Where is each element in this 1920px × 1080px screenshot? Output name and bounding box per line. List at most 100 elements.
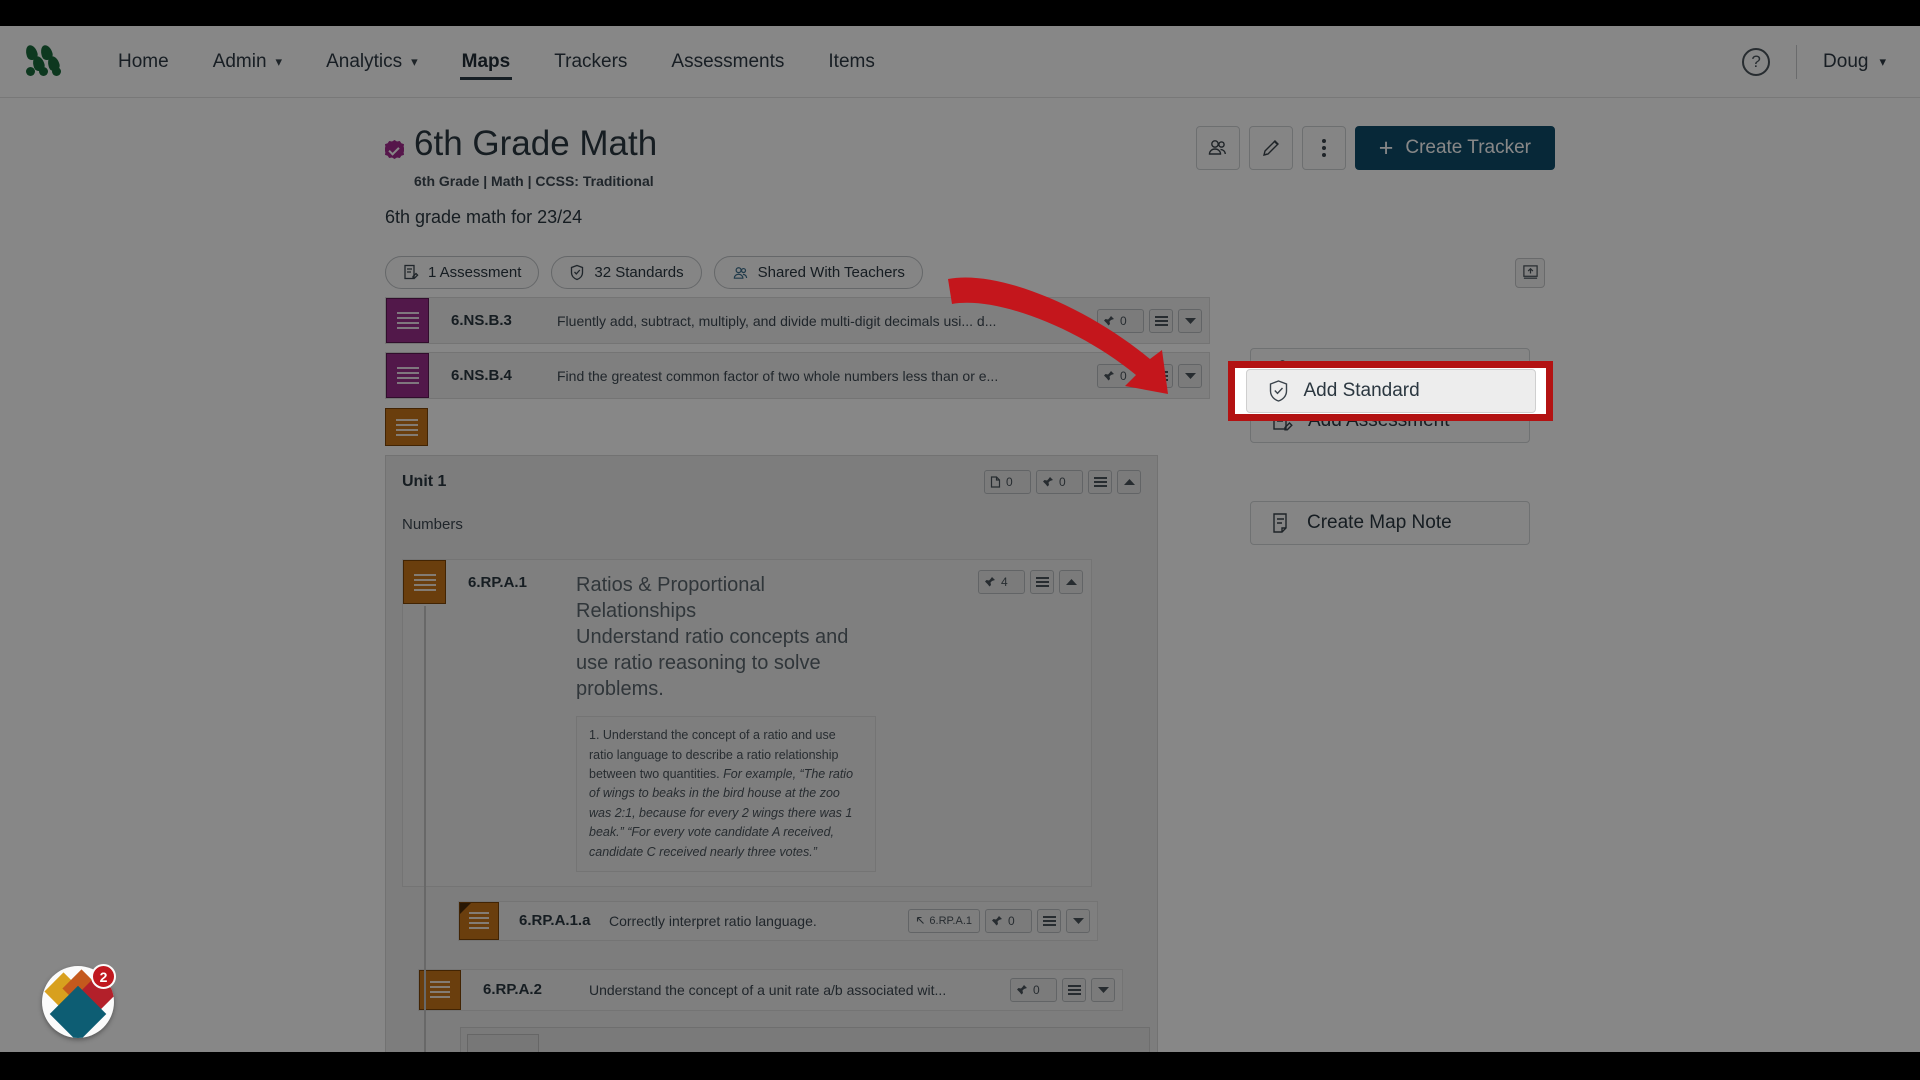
main-navigation: Home Admin ▾ Analytics ▾ Maps Trackers A… bbox=[96, 26, 897, 97]
pin-count: 0 bbox=[1120, 368, 1127, 383]
unit-header: Unit 1 0 0 bbox=[386, 456, 1157, 495]
kebab-menu-icon[interactable] bbox=[1301, 126, 1346, 170]
standard-description: Correctly interpret ratio language. bbox=[609, 912, 817, 929]
list-view-icon[interactable] bbox=[1149, 308, 1173, 333]
standard-description: Understand the concept of a unit rate a/… bbox=[589, 981, 947, 998]
chevron-down-icon: ▾ bbox=[411, 53, 418, 69]
standard-row[interactable]: 6.NS.B.4 Find the greatest common factor… bbox=[385, 352, 1210, 400]
unit-standards-tree: 6.RP.A.1 Ratios & Proportional Relations… bbox=[402, 559, 1150, 1052]
map-content-column: 6th Grade Math 6th Grade | Math | CCSS: … bbox=[385, 124, 1555, 1052]
nav-item-maps[interactable]: Maps bbox=[440, 26, 533, 97]
top-letterbox-bar bbox=[0, 0, 1920, 26]
pin-count: 4 bbox=[1001, 575, 1008, 590]
pin-count-button[interactable]: 4 bbox=[978, 570, 1025, 595]
create-tracker-label: Create Tracker bbox=[1405, 137, 1531, 158]
nav-item-assessments[interactable]: Assessments bbox=[649, 26, 806, 97]
pin-count-button[interactable]: 0 bbox=[1097, 308, 1144, 333]
unit-drag-handle[interactable] bbox=[385, 408, 428, 447]
chevron-down-icon: ▾ bbox=[1879, 53, 1886, 69]
unit-actions: 0 0 bbox=[984, 470, 1141, 495]
tag-label: 6.RP.A.1 bbox=[929, 914, 972, 927]
sub-standard-row[interactable]: 6.RP.A.1.a Correctly interpret ratio lan… bbox=[458, 900, 1098, 941]
doc-count: 0 bbox=[1006, 475, 1013, 490]
fold-corner-icon bbox=[460, 902, 471, 914]
standard-row[interactable]: 6.NS.B.3 Fluently add, subtract, multipl… bbox=[385, 297, 1210, 345]
collapse-panel-icon[interactable] bbox=[1515, 257, 1545, 288]
parent-standard-tag[interactable]: 6.RP.A.1 bbox=[908, 908, 980, 933]
drag-handle[interactable] bbox=[386, 298, 429, 344]
nav-item-home[interactable]: Home bbox=[96, 26, 191, 97]
row-actions: 6.RP.A.1 0 bbox=[908, 902, 1097, 940]
map-action-buttons: + Create Tracker bbox=[1195, 126, 1555, 170]
verified-check-badge-icon bbox=[385, 140, 404, 159]
user-name-label: Doug bbox=[1823, 50, 1869, 72]
map-meta: 6th Grade | Math | CCSS: Traditional bbox=[414, 173, 654, 190]
help-icon[interactable]: ? bbox=[1742, 47, 1771, 76]
nav-item-analytics[interactable]: Analytics ▾ bbox=[304, 26, 440, 97]
chip-standards[interactable]: 32 Standards bbox=[551, 256, 702, 290]
doc-count-button[interactable]: 0 bbox=[984, 470, 1031, 495]
chevron-down-icon[interactable] bbox=[1066, 908, 1090, 933]
list-view-icon[interactable] bbox=[1088, 470, 1112, 495]
panel-label: Create Map Note bbox=[1307, 512, 1452, 533]
panel-label: Add Standard bbox=[1303, 380, 1420, 401]
standard-card[interactable]: 6.RP.A.1 Ratios & Proportional Relations… bbox=[402, 559, 1092, 887]
chevron-up-icon[interactable] bbox=[1117, 470, 1141, 495]
standard-description: Find the greatest common factor of two w… bbox=[557, 367, 999, 384]
nav-label: Home bbox=[118, 50, 169, 72]
page-body: 6th Grade Math 6th Grade | Math | CCSS: … bbox=[0, 98, 1920, 1052]
pin-count: 0 bbox=[1008, 913, 1015, 928]
pin-count: 0 bbox=[1120, 313, 1127, 328]
nav-item-admin[interactable]: Admin ▾ bbox=[191, 26, 304, 97]
unit-panel: Unit 1 0 0 Numbers 6.RP.A.1 Ratios & Pro… bbox=[385, 455, 1158, 1052]
drag-handle[interactable] bbox=[459, 901, 499, 940]
drag-handle[interactable] bbox=[403, 560, 446, 605]
chevron-down-icon[interactable] bbox=[1091, 977, 1115, 1002]
list-view-icon[interactable] bbox=[1062, 977, 1086, 1002]
list-view-icon[interactable] bbox=[1149, 363, 1173, 388]
standard-row[interactable]: 6.RP.A.2 Understand the concept of a uni… bbox=[418, 968, 1123, 1011]
standard-description: Fluently add, subtract, multiply, and di… bbox=[557, 312, 997, 329]
drag-handle[interactable] bbox=[386, 353, 429, 399]
user-menu[interactable]: Doug ▾ bbox=[1823, 51, 1886, 73]
add-standard-button[interactable]: Add Standard bbox=[1245, 369, 1536, 413]
nav-label: Items bbox=[828, 50, 875, 72]
create-tracker-button[interactable]: + Create Tracker bbox=[1354, 126, 1555, 170]
chip-shared[interactable]: Shared With Teachers bbox=[713, 256, 923, 290]
create-map-note-button[interactable]: Create Map Note bbox=[1250, 501, 1530, 545]
header-right-group: ? Doug ▾ bbox=[1742, 44, 1886, 79]
standard-detail-partial bbox=[460, 1026, 1150, 1052]
notification-widget[interactable]: 2 bbox=[42, 964, 116, 1038]
list-view-icon[interactable] bbox=[1030, 570, 1054, 595]
highlight-annotation-box: Add Standard bbox=[1228, 361, 1553, 421]
page-title: 6th Grade Math bbox=[414, 124, 658, 163]
chip-label: 1 Assessment bbox=[428, 264, 522, 282]
standard-detail: 1. Understand the concept of a ratio and… bbox=[576, 716, 876, 872]
browser-viewport: Home Admin ▾ Analytics ▾ Maps Trackers A… bbox=[0, 26, 1920, 1052]
pin-count-button[interactable]: 0 bbox=[1097, 363, 1144, 388]
people-icon[interactable] bbox=[1195, 126, 1240, 170]
pin-count-button[interactable]: 0 bbox=[1036, 470, 1083, 495]
pencil-icon[interactable] bbox=[1248, 126, 1293, 170]
row-actions: 4 bbox=[978, 560, 1091, 595]
clover-leaves-logo[interactable] bbox=[23, 43, 68, 79]
chips-right-group bbox=[1515, 257, 1545, 288]
list-view-icon[interactable] bbox=[1037, 908, 1061, 933]
pin-count-button[interactable]: 0 bbox=[1010, 977, 1057, 1002]
pin-count: 0 bbox=[1059, 475, 1066, 490]
nav-label: Admin bbox=[212, 50, 267, 72]
standard-code: 6.RP.A.1.a bbox=[519, 912, 591, 930]
nav-item-trackers[interactable]: Trackers bbox=[532, 26, 649, 97]
chevron-down-icon[interactable] bbox=[1178, 308, 1202, 333]
chip-assessments[interactable]: 1 Assessment bbox=[385, 256, 540, 290]
chevron-up-icon[interactable] bbox=[1059, 570, 1083, 595]
pin-count-button[interactable]: 0 bbox=[985, 908, 1032, 933]
row-actions: 0 bbox=[1010, 970, 1122, 1010]
row-actions: 0 bbox=[1097, 298, 1209, 343]
bottom-letterbox-bar bbox=[0, 1052, 1920, 1080]
chevron-down-icon[interactable] bbox=[1178, 363, 1202, 388]
map-description: 6th grade math for 23/24 bbox=[385, 207, 583, 228]
nav-item-items[interactable]: Items bbox=[806, 26, 896, 97]
nav-label: Analytics bbox=[326, 50, 403, 72]
tree-connector bbox=[424, 606, 426, 1052]
